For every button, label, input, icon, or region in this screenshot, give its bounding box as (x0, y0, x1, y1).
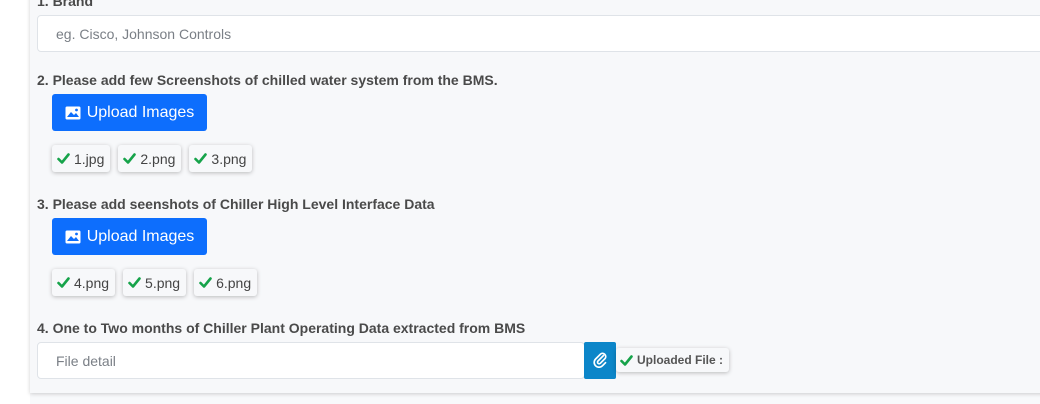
file-chip: 1.jpg (52, 145, 111, 172)
bms-file-list: 1.jpg 2.png 3.png (52, 145, 253, 172)
file-name: 1.jpg (74, 150, 105, 167)
image-icon (65, 106, 81, 120)
file-name: 2.png (140, 150, 176, 167)
file-name: 5.png (145, 274, 181, 291)
brand-label: 1. Brand (37, 0, 94, 9)
check-icon (57, 277, 70, 288)
file-chip: 5.png (123, 269, 187, 296)
chiller-file-list: 4.png 5.png 6.png (52, 269, 258, 296)
check-icon (123, 153, 137, 164)
upload-bms-images-label: Upload Images (86, 103, 195, 121)
chiller-interface-label: 3. Please add seenshots of Chiller High … (37, 196, 435, 212)
file-name: 6.png (216, 274, 252, 291)
check-icon (620, 354, 633, 366)
check-icon (57, 153, 70, 164)
file-chip: 4.png (52, 269, 116, 296)
uploaded-file-status: Uploaded File : (616, 348, 730, 372)
file-detail-input[interactable] (37, 342, 585, 379)
brand-input[interactable] (37, 15, 1040, 52)
file-chip: 2.png (118, 145, 182, 172)
upload-chiller-images-button[interactable]: Upload Images (52, 218, 207, 255)
file-name: 4.png (74, 274, 110, 291)
file-name: 3.png (211, 150, 247, 167)
file-chip: 6.png (194, 269, 258, 296)
bms-screenshots-label: 2. Please add few Screenshots of chilled… (37, 72, 498, 88)
attach-file-button[interactable] (584, 342, 616, 379)
page-margin (0, 0, 30, 404)
check-icon (199, 277, 212, 288)
uploaded-file-label: Uploaded File : (637, 353, 724, 367)
check-icon (128, 277, 141, 288)
upload-bms-images-button[interactable]: Upload Images (52, 94, 207, 131)
file-chip: 3.png (189, 145, 253, 172)
check-icon (194, 153, 208, 164)
image-icon (65, 230, 81, 244)
operating-data-label: 4. One to Two months of Chiller Plant Op… (37, 320, 526, 336)
paperclip-icon (593, 350, 607, 371)
upload-chiller-images-label: Upload Images (86, 227, 195, 245)
